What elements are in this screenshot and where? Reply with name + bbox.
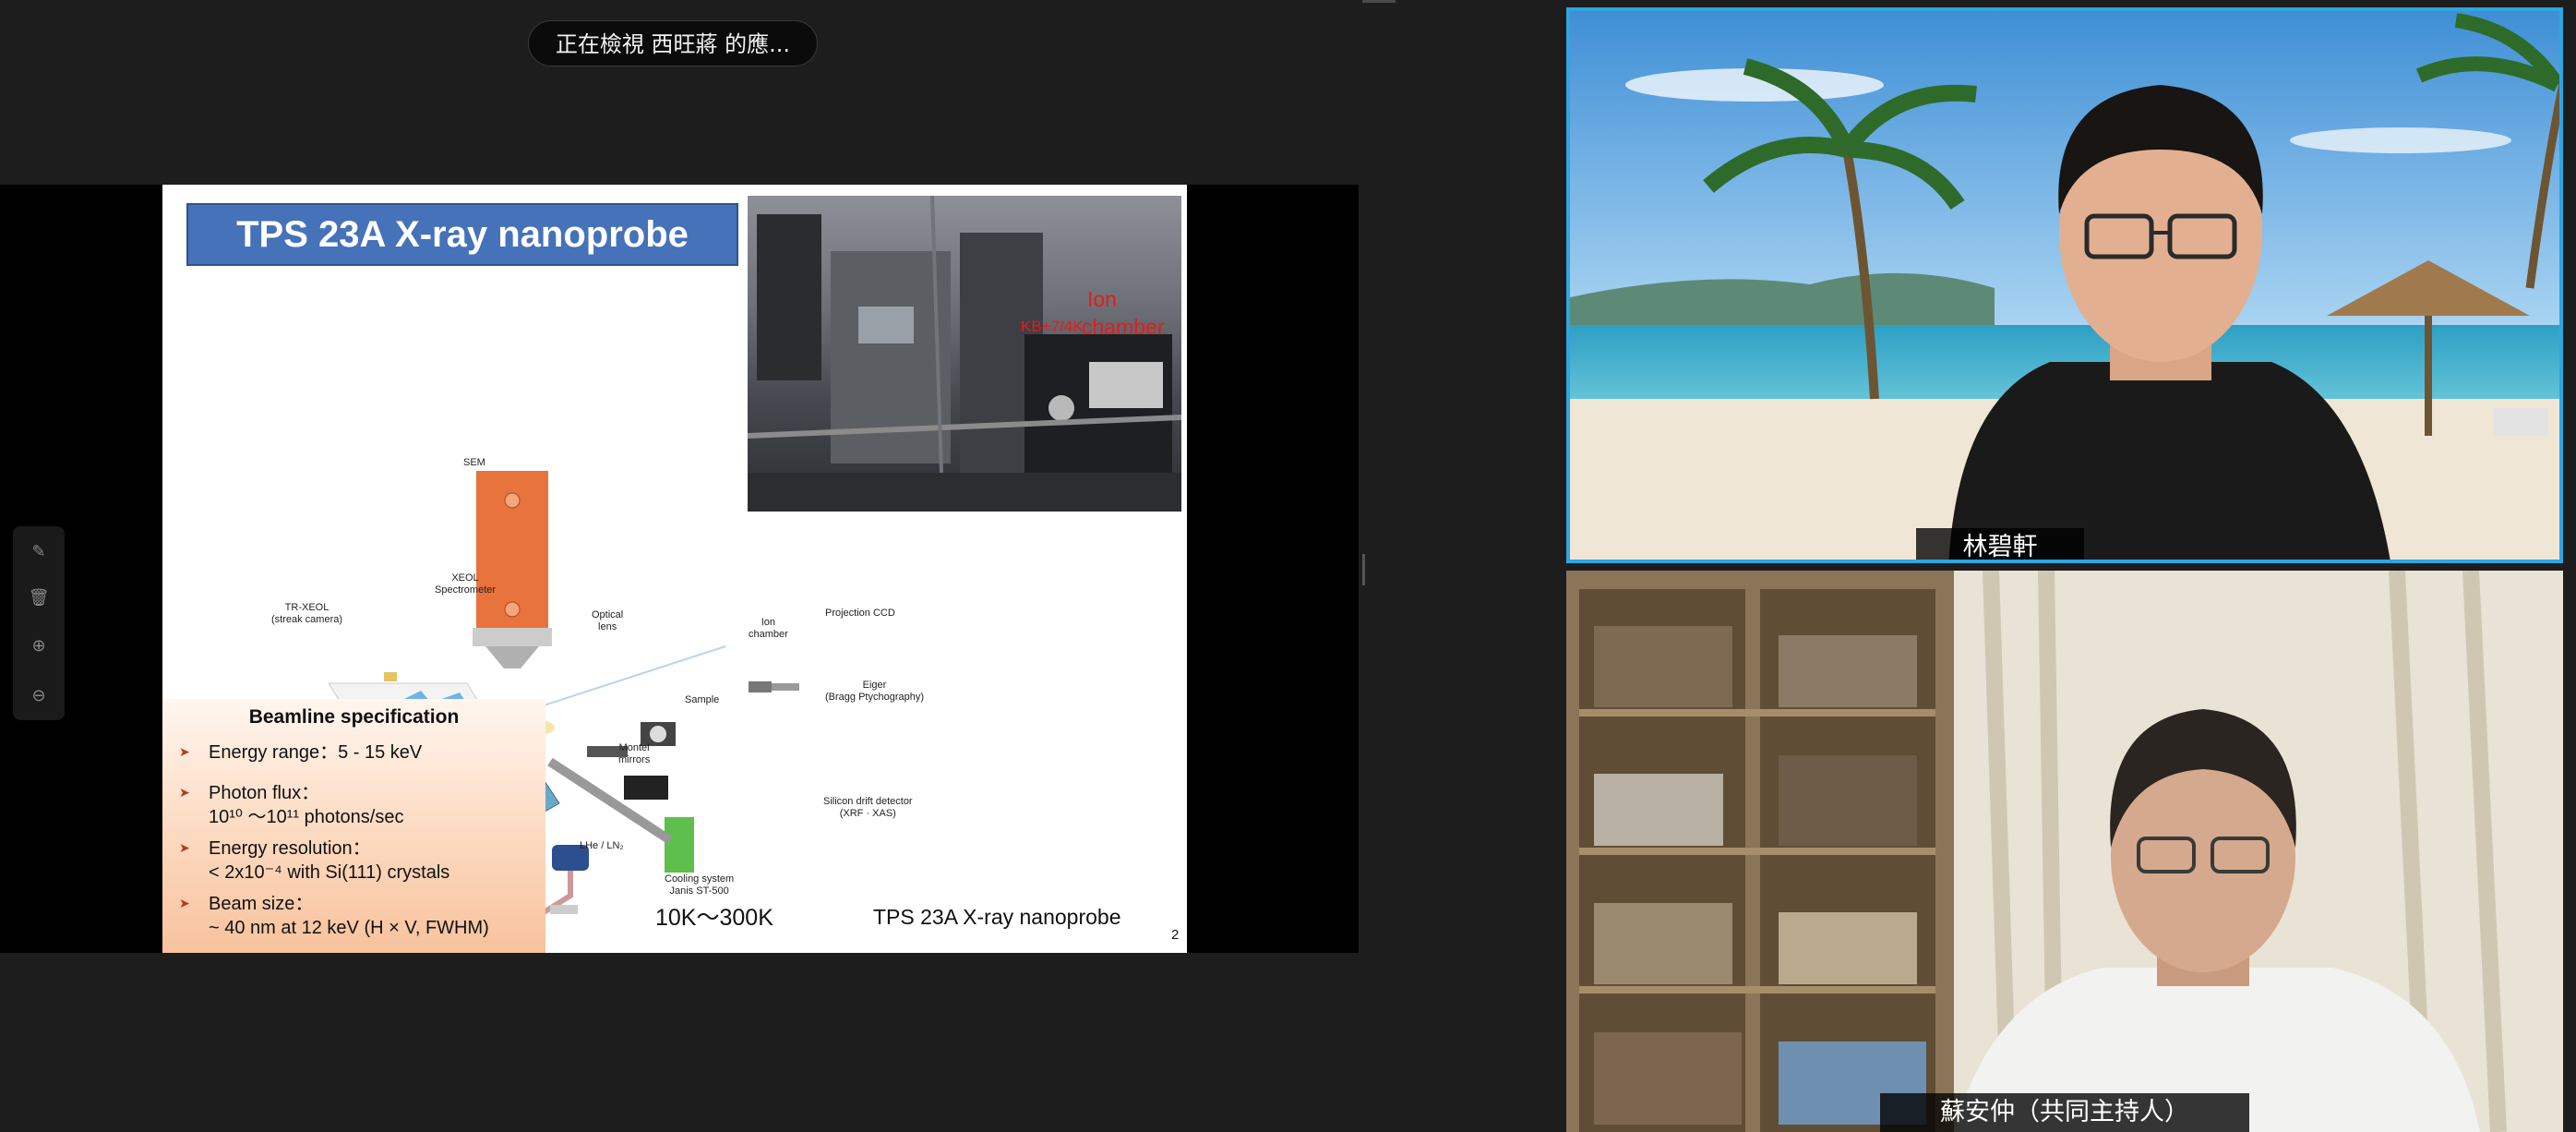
- photo-label-chamber: chamber: [1082, 315, 1165, 339]
- diagram-label-xeol-spectrometer: XEOL Spectrometer: [435, 572, 497, 596]
- diagram-label-eiger: Eiger (Bragg Ptychography): [825, 680, 924, 703]
- spec-heading: Beamline specification: [248, 706, 460, 728]
- spec-beam-size: Beam size：: [209, 894, 314, 914]
- lab-photo: Ion chamber KB+7/4K: [748, 196, 1181, 512]
- annotate-icon[interactable]: ✎: [28, 541, 50, 563]
- top-divider-marker: [1362, 0, 1396, 3]
- slide-number: 2: [1171, 927, 1180, 943]
- slide-title: TPS 23A X-ray nanoprobe: [186, 203, 738, 266]
- zoom-in-icon[interactable]: ⊕: [28, 635, 50, 657]
- spec-photon-flux: Photon flux：: [209, 783, 320, 803]
- participant-video-1[interactable]: 林碧軒: [1566, 7, 2563, 563]
- diagram-label-montel-mirrors: Montel mirrors: [618, 742, 651, 765]
- spec-beam-size-value: ~ 40 nm at 12 keV (H × V, FWHM): [209, 918, 489, 938]
- diagram-label-silicon-detector: Silicon drift detector (XRF · XAS): [823, 796, 913, 819]
- panel-resize-handle[interactable]: [1362, 554, 1365, 585]
- spec-bullet-icon: ➤: [179, 841, 190, 856]
- diagram-label-projection-ccd: Projection CCD: [825, 608, 895, 619]
- delete-icon[interactable]: 🗑: [28, 587, 50, 609]
- spec-bullet-icon: ➤: [179, 786, 190, 801]
- beamline-spec-panel: Beamline specification ➤ Energy range：5 …: [162, 699, 545, 953]
- diagram-label-lhe-ln2: LHe / LN₂: [580, 840, 624, 851]
- temperature-range: 10K～300K: [655, 905, 773, 931]
- spec-energy-range: Energy range：5 - 15 keV: [209, 742, 423, 763]
- diagram-label-tr-xeol: TR-XEOL (streak camera): [271, 602, 343, 625]
- diagram-label-sem: SEM: [463, 457, 485, 468]
- participant-name-tag: 林碧軒: [1916, 528, 2084, 560]
- diagram-label-cooling-system: Cooling system Janis ST-500: [665, 873, 735, 897]
- zoom-out-icon[interactable]: ⊖: [28, 685, 50, 707]
- spec-energy-resolution-value: < 2x10⁻⁴ with Si(111) crystals: [209, 862, 450, 883]
- spec-bullet-icon: ➤: [179, 745, 190, 760]
- participant-video-2[interactable]: 蘇安仲（共同主持人）: [1566, 571, 2563, 1132]
- photo-label-ion: Ion: [1087, 287, 1117, 311]
- annotation-toolbar: ✎ 🗑 ⊕ ⊖: [13, 526, 65, 720]
- diagram-label-ion-chamber: Ion chamber: [749, 617, 788, 640]
- spec-energy-resolution: Energy resolution：: [209, 838, 371, 859]
- spec-bullet-icon: ➤: [179, 897, 190, 911]
- spec-photon-flux-value: 10¹⁰ ～10¹¹ photons/sec: [209, 807, 404, 827]
- viewing-banner[interactable]: 正在檢視 西旺蔣 的應...: [528, 20, 818, 66]
- presentation-slide: TPS 23A X-ray nanoprobe Ion chamber KB+7…: [162, 185, 1187, 953]
- photo-label-stage: KB+7/4K: [1021, 318, 1084, 335]
- diagram-label-optical-lens: Optical lens: [592, 609, 624, 632]
- diagram-label-sample: Sample: [685, 694, 720, 705]
- participant-name-tag: 蘇安仲（共同主持人）: [1880, 1093, 2249, 1132]
- slide-caption: TPS 23A X-ray nanoprobe: [873, 905, 1121, 929]
- screen-share-stage: 正在檢視 西旺蔣 的應... TPS 23A X-ray nanoprobe I…: [0, 0, 1564, 1132]
